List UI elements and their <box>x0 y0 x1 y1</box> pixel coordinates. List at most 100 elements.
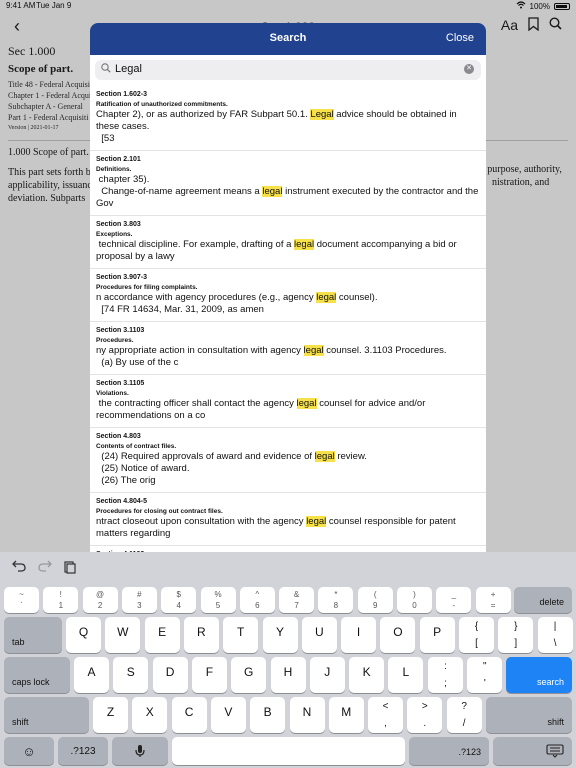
result-snippet: chapter 35). Change-of-name agreement me… <box>96 174 481 209</box>
key-i[interactable]: I <box>341 617 377 653</box>
caps-lock-key[interactable]: caps lock <box>4 657 70 693</box>
result-section: Section 2.101 <box>96 156 141 163</box>
key-sym-r2-1[interactable]: }] <box>498 617 534 653</box>
numbers-key-right[interactable]: .?123 <box>409 737 489 765</box>
key-u[interactable]: U <box>301 617 337 653</box>
key-g[interactable]: G <box>231 657 267 693</box>
search-result[interactable]: Section 1.602-3 Ratification of unauthori… <box>90 86 486 151</box>
key-p[interactable]: P <box>419 617 455 653</box>
search-icon <box>101 63 111 76</box>
key-j[interactable]: J <box>309 657 345 693</box>
result-subject: Definitions. <box>96 166 132 173</box>
key-r[interactable]: R <box>183 617 219 653</box>
key-m[interactable]: M <box>328 697 364 733</box>
search-result[interactable]: Section 2.101 Definitions. chapter 35). C… <box>90 151 486 216</box>
undo-icon[interactable] <box>12 560 26 575</box>
shift-right-key[interactable]: shift <box>486 697 572 733</box>
search-result[interactable]: Section 3.1103 Procedures. ny appropriate … <box>90 322 486 375</box>
search-result[interactable]: Section 3.907-3 Procedures for filing com… <box>90 269 486 322</box>
result-section: Section 4.804-5 <box>96 498 147 505</box>
search-result[interactable]: Section 3.1105 Violations. the contractin… <box>90 375 486 428</box>
delete-key[interactable]: delete <box>514 587 572 613</box>
result-section: Section 4.803 <box>96 433 141 440</box>
key-n[interactable]: N <box>289 697 325 733</box>
modal-title: Search <box>269 32 307 44</box>
tab-key[interactable]: tab <box>4 617 62 653</box>
match-highlight: legal <box>262 186 283 197</box>
results-list[interactable]: Section 1.602-3 Ratification of unauthori… <box>90 86 486 552</box>
key-11[interactable]: _ - <box>436 587 472 613</box>
result-snippet: technical discipline. For example, draft… <box>96 239 460 262</box>
key-10[interactable]: ) 0 <box>397 587 432 613</box>
key-q[interactable]: Q <box>66 617 101 653</box>
key-sym-r4-2[interactable]: ? / <box>446 697 482 733</box>
search-input[interactable] <box>115 63 445 75</box>
space-key[interactable] <box>172 737 405 765</box>
key-sym-r2-0[interactable]: {[ <box>459 617 494 653</box>
dictation-key[interactable] <box>112 737 168 765</box>
key-5[interactable]: % 5 <box>200 587 236 613</box>
key-c[interactable]: C <box>171 697 207 733</box>
search-result[interactable]: Section 4.804-5 Procedures for closing ou… <box>90 493 486 546</box>
shift-left-key[interactable]: shift <box>4 697 89 733</box>
search-key[interactable]: search <box>506 657 572 693</box>
keyboard-toolbar <box>0 552 576 584</box>
key-a[interactable]: A <box>74 657 109 693</box>
key-f[interactable]: F <box>191 657 227 693</box>
result-snippet: (24) Required approvals of award and evi… <box>96 451 367 486</box>
key-4[interactable]: $4 <box>161 587 197 613</box>
key-s[interactable]: S <box>113 657 149 693</box>
result-snippet: ny appropriate action in consultation wi… <box>96 345 447 368</box>
key-b[interactable]: B <box>250 697 286 733</box>
key-6[interactable]: ^ 6 <box>239 587 275 613</box>
numbers-key-left[interactable]: .?123 <box>58 737 108 765</box>
match-highlight: legal <box>294 239 315 250</box>
key-sym-r4-1[interactable]: >. <box>407 697 443 733</box>
result-subject: Procedures. <box>96 337 134 344</box>
key-l[interactable]: L <box>388 657 424 693</box>
clear-icon[interactable]: ✕ <box>464 64 474 74</box>
result-section: Section 3.1103 <box>96 327 145 334</box>
result-snippet: ntract closeout upon consultation with t… <box>96 516 459 539</box>
key-7[interactable]: & 7 <box>279 587 315 613</box>
match-highlight: legal <box>303 345 324 356</box>
key-sym-r2-2[interactable]: | \ <box>537 617 573 653</box>
match-highlight: legal <box>306 516 327 527</box>
key-v[interactable]: V <box>210 697 246 733</box>
key-1[interactable]: ! 1 <box>43 587 79 613</box>
match-highlight: legal <box>316 292 337 303</box>
key-sym-r4-0[interactable]: <, <box>368 697 403 733</box>
key-2[interactable]: @2 <box>82 587 118 613</box>
key-sym-r3-0[interactable]: :; <box>428 657 463 693</box>
key-sym-r3-1[interactable]: " ' <box>467 657 503 693</box>
key-d[interactable]: D <box>152 657 188 693</box>
key-x[interactable]: X <box>132 697 168 733</box>
key-h[interactable]: H <box>270 657 306 693</box>
paste-icon[interactable] <box>64 560 76 577</box>
match-highlight: legal <box>314 451 335 462</box>
search-result[interactable]: Section 4.803 Contents of contract files.… <box>90 428 486 493</box>
result-subject: Ratification of unauthorized commitments… <box>96 101 228 108</box>
key-9[interactable]: (9 <box>357 587 393 613</box>
result-subject: Exceptions. <box>96 231 133 238</box>
key-y[interactable]: Y <box>262 617 298 653</box>
result-section: Section 3.907-3 <box>96 274 147 281</box>
key-e[interactable]: E <box>144 617 180 653</box>
redo-icon[interactable] <box>38 560 52 575</box>
key-z[interactable]: Z <box>93 697 128 733</box>
key-t[interactable]: T <box>223 617 259 653</box>
key-8[interactable]: * 8 <box>318 587 354 613</box>
key-o[interactable]: O <box>380 617 416 653</box>
result-snippet: n accordance with agency procedures (e.g… <box>96 292 378 315</box>
result-section: Section 3.1105 <box>96 380 145 387</box>
key-w[interactable]: W <box>105 617 141 653</box>
key-0[interactable]: ~ ` <box>4 587 39 613</box>
dismiss-keyboard-key[interactable] <box>493 737 572 765</box>
key-3[interactable]: #3 <box>121 587 157 613</box>
key-12[interactable]: + = <box>475 587 511 613</box>
search-result[interactable]: Section 3.803 Exceptions. technical disci… <box>90 216 486 269</box>
close-button[interactable]: Close <box>446 32 474 44</box>
emoji-key[interactable]: ☺ <box>4 737 54 765</box>
key-k[interactable]: K <box>349 657 385 693</box>
result-section: Section 1.602-3 <box>96 91 147 98</box>
